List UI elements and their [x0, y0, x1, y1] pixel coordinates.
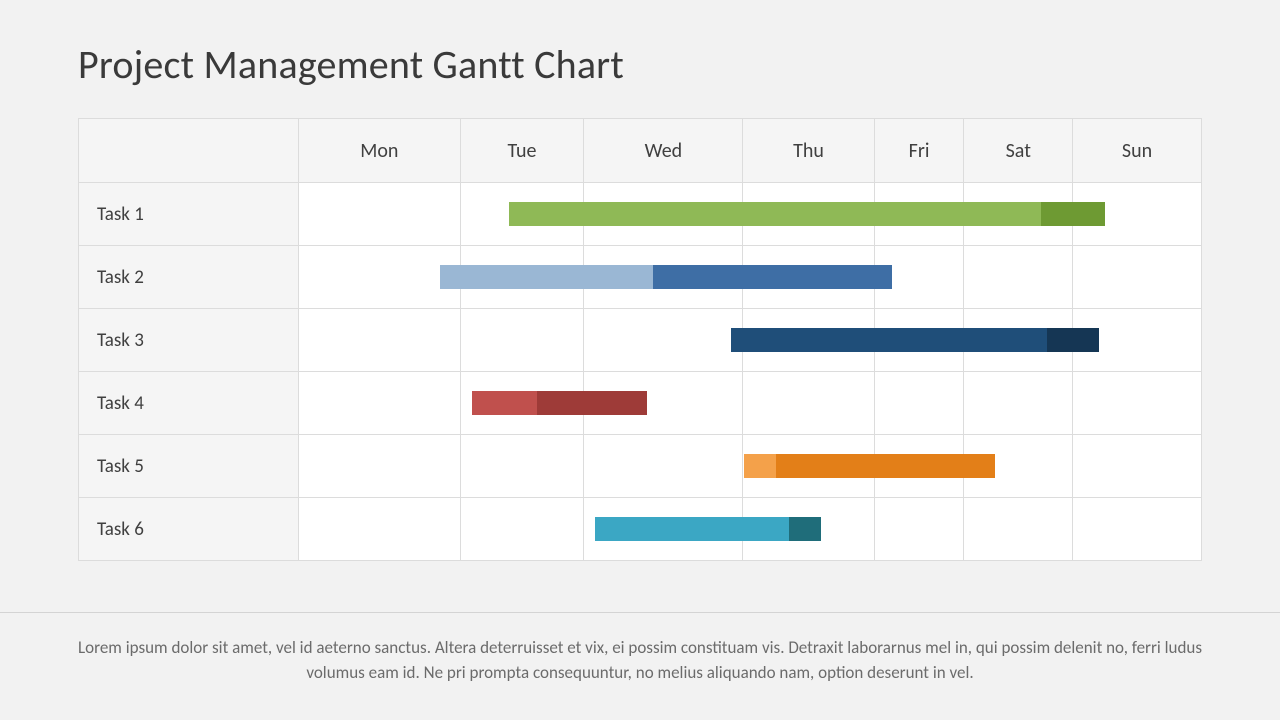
gantt-cell — [1073, 246, 1202, 309]
task-label: Task 5 — [79, 435, 299, 498]
gantt-cell — [299, 246, 461, 309]
gantt-cell — [874, 183, 964, 246]
gantt-cell — [460, 372, 584, 435]
gantt-cell — [584, 372, 743, 435]
gantt-cell — [874, 309, 964, 372]
footer-divider — [0, 612, 1280, 613]
day-header: Sun — [1073, 119, 1202, 183]
page-title: Project Management Gantt Chart — [78, 40, 624, 89]
gantt-cell — [299, 183, 461, 246]
gantt-cell — [874, 498, 964, 561]
table-row: Task 2 — [79, 246, 1202, 309]
gantt-cell — [964, 498, 1073, 561]
gantt-cell — [964, 309, 1073, 372]
gantt-chart: Mon Tue Wed Thu Fri Sat Sun Task 1 Task … — [78, 118, 1202, 561]
gantt-cell — [1073, 498, 1202, 561]
gantt-cell — [743, 246, 874, 309]
gantt-cell — [584, 183, 743, 246]
gantt-cell — [1073, 183, 1202, 246]
gantt-cell — [743, 183, 874, 246]
gantt-cell — [1073, 309, 1202, 372]
gantt-cell — [460, 246, 584, 309]
gantt-cell — [299, 498, 461, 561]
day-header: Tue — [460, 119, 584, 183]
footer-text: Lorem ipsum dolor sit amet, vel id aeter… — [78, 636, 1202, 685]
table-row: Task 1 — [79, 183, 1202, 246]
day-header: Mon — [299, 119, 461, 183]
gantt-cell — [584, 309, 743, 372]
gantt-header-row: Mon Tue Wed Thu Fri Sat Sun — [79, 119, 1202, 183]
task-label: Task 6 — [79, 498, 299, 561]
day-header: Sat — [964, 119, 1073, 183]
task-label: Task 4 — [79, 372, 299, 435]
gantt-cell — [874, 372, 964, 435]
slide: Project Management Gantt Chart Mon Tue W… — [0, 0, 1280, 720]
gantt-cell — [460, 183, 584, 246]
table-row: Task 4 — [79, 372, 1202, 435]
table-row: Task 6 — [79, 498, 1202, 561]
gantt-cell — [964, 246, 1073, 309]
gantt-cell — [964, 372, 1073, 435]
gantt-cell — [299, 309, 461, 372]
task-label: Task 1 — [79, 183, 299, 246]
gantt-cell — [1073, 372, 1202, 435]
gantt-cell — [299, 372, 461, 435]
gantt-cell — [743, 435, 874, 498]
task-label: Task 2 — [79, 246, 299, 309]
gantt-cell — [743, 498, 874, 561]
gantt-cell — [964, 183, 1073, 246]
gantt-cell — [743, 309, 874, 372]
gantt-cell — [1073, 435, 1202, 498]
table-row: Task 5 — [79, 435, 1202, 498]
gantt-corner-cell — [79, 119, 299, 183]
gantt-cell — [584, 498, 743, 561]
gantt-table: Mon Tue Wed Thu Fri Sat Sun Task 1 Task … — [78, 118, 1202, 561]
day-header: Wed — [584, 119, 743, 183]
gantt-cell — [460, 435, 584, 498]
gantt-cell — [584, 246, 743, 309]
gantt-cell — [874, 435, 964, 498]
gantt-cell — [299, 435, 461, 498]
gantt-cell — [964, 435, 1073, 498]
gantt-cell — [743, 372, 874, 435]
table-row: Task 3 — [79, 309, 1202, 372]
gantt-cell — [460, 309, 584, 372]
gantt-cell — [584, 435, 743, 498]
gantt-cell — [874, 246, 964, 309]
task-label: Task 3 — [79, 309, 299, 372]
gantt-cell — [460, 498, 584, 561]
day-header: Fri — [874, 119, 964, 183]
day-header: Thu — [743, 119, 874, 183]
